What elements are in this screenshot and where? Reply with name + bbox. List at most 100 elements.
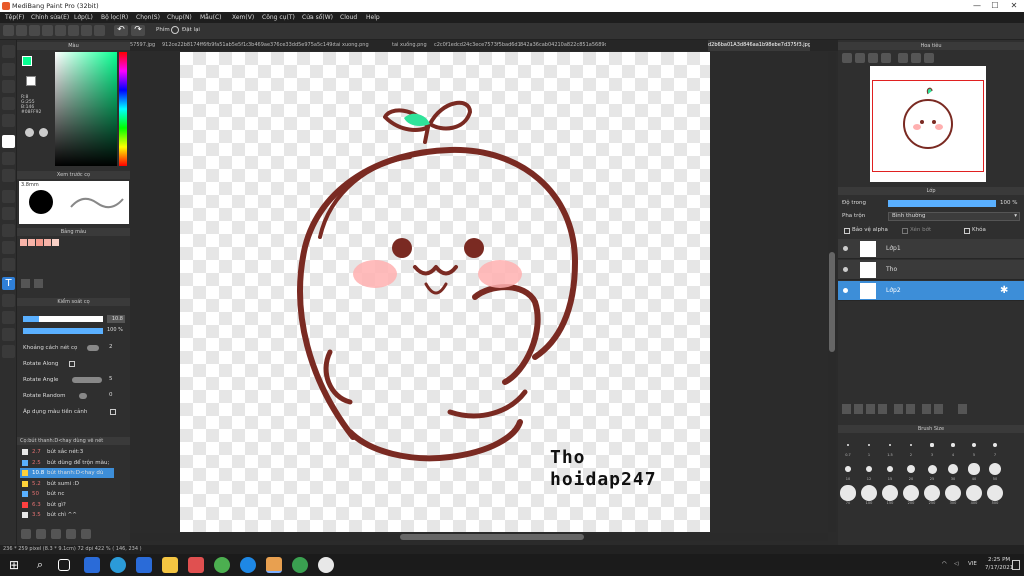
document-tab[interactable]: d2b6ba01A3d846aa1b98ebe7d375f3.jpg	[708, 40, 810, 51]
dot-tool-icon[interactable]	[2, 80, 15, 93]
brush-size-option[interactable]: 12	[859, 461, 879, 483]
document-tab[interactable]: 57597.jpg	[130, 40, 162, 51]
rotate-angle-slider[interactable]	[72, 377, 102, 383]
menu-template[interactable]: Mẫu(C)	[200, 12, 222, 23]
zoom-out-icon[interactable]	[855, 53, 865, 63]
brush-opacity-slider[interactable]	[23, 328, 103, 334]
artboard[interactable]: Tho hoidap247	[180, 52, 710, 532]
brush-list-item[interactable]: 5.2 bút sumi :D	[20, 479, 114, 489]
palette-swatch[interactable]	[52, 239, 59, 246]
new-file-icon[interactable]	[3, 25, 14, 36]
task-view-icon[interactable]	[58, 559, 70, 571]
horizontal-scrollbar[interactable]	[130, 533, 828, 541]
eraser-tool-icon[interactable]	[2, 63, 15, 76]
reset-icon[interactable]	[171, 26, 179, 34]
brush-tool-icon[interactable]	[2, 45, 15, 58]
chrome-icon-2[interactable]	[318, 557, 334, 573]
clipping-checkbox[interactable]	[902, 228, 908, 234]
move-tool-icon[interactable]	[2, 114, 15, 127]
copy-layer-icon[interactable]	[866, 404, 875, 414]
brush-size-slider[interactable]	[23, 316, 103, 322]
brush-size-option[interactable]: 15	[880, 461, 900, 483]
brush-add-icon[interactable]	[21, 529, 31, 539]
document-tab[interactable]: 912ce22b8174ff6fb9fa51ab5e5f1c3d.jpg	[162, 40, 248, 51]
magic-wand-tool-icon[interactable]	[2, 224, 15, 237]
rotate-along-checkbox[interactable]	[69, 361, 75, 367]
reset-button[interactable]: Đặt lại	[182, 27, 200, 33]
eyedropper-tool-icon[interactable]	[2, 311, 15, 324]
hue-slider[interactable]	[119, 52, 127, 166]
layer-opacity-slider[interactable]	[888, 200, 996, 207]
eye-icon[interactable]	[843, 267, 848, 272]
layer-row[interactable]: Lớp1	[838, 239, 1024, 259]
color-wheel-icon[interactable]	[25, 128, 34, 137]
brush-list-item[interactable]: 2.7 bút sắc nét:3	[20, 447, 114, 457]
notifications-icon[interactable]	[1012, 560, 1020, 570]
reset-rotate-icon[interactable]	[911, 53, 921, 63]
brush-size-option[interactable]: 5	[964, 437, 984, 459]
check-tool-icon[interactable]	[2, 97, 15, 110]
merge-down-icon[interactable]	[906, 404, 915, 414]
rotate-random-row[interactable]: Rotate Random	[23, 390, 66, 402]
menu-window[interactable]: Cửa sổ(W)	[302, 12, 333, 23]
select-pen-tool-icon[interactable]	[2, 241, 15, 254]
brush-size-option[interactable]: 250	[922, 485, 942, 507]
cloud-save-icon[interactable]	[42, 25, 53, 36]
brush-folder-icon[interactable]	[66, 529, 76, 539]
palette-swatch[interactable]	[44, 239, 51, 246]
duplicate-icon[interactable]	[922, 404, 931, 414]
apply-fg-color-row[interactable]: Áp dụng màu tiền cảnh	[23, 406, 87, 418]
menu-edit[interactable]: Chỉnh sửa(E)	[31, 12, 69, 23]
maximize-button[interactable]: ☐	[986, 0, 1004, 12]
brush-list-item[interactable]: 2.5 bút dùng để trộn màu;	[20, 458, 114, 468]
brush-size-option[interactable]: 1	[859, 437, 879, 459]
select-eraser-tool-icon[interactable]	[2, 258, 15, 271]
brush-size-option[interactable]: 2	[901, 437, 921, 459]
rotate-angle-row[interactable]: Rotate Angle	[23, 374, 58, 386]
minimize-button[interactable]: —	[968, 0, 986, 12]
fit-icon[interactable]	[868, 53, 878, 63]
brush-list-item[interactable]: 6.3 bút gì?	[20, 500, 114, 510]
menu-file[interactable]: Tệp(F)	[5, 12, 24, 23]
medibang-taskbar-icon[interactable]	[266, 557, 282, 573]
brush-size-option[interactable]: 3	[922, 437, 942, 459]
navigator-thumbnail[interactable]	[870, 66, 986, 182]
file-explorer-icon[interactable]	[162, 557, 178, 573]
mail-icon[interactable]	[136, 557, 152, 573]
brush-delete-icon[interactable]	[51, 529, 61, 539]
close-button[interactable]: ✕	[1005, 0, 1023, 12]
color-picker-icon[interactable]	[39, 128, 48, 137]
chrome-icon[interactable]	[214, 557, 230, 573]
vertical-scrollbar[interactable]	[828, 52, 836, 532]
color-saturation-area[interactable]	[55, 52, 117, 166]
rotate-right-icon[interactable]	[924, 53, 934, 63]
eye-icon[interactable]	[843, 246, 848, 251]
brush-size-option[interactable]: 400	[964, 485, 984, 507]
document-tab[interactable]: 3b469ae376ce33dd5e975a5c149ce29d.jpg	[248, 40, 334, 51]
apply-fg-color-checkbox[interactable]	[110, 409, 116, 415]
brush-size-option[interactable]: 10	[838, 461, 858, 483]
blend-mode-select[interactable]: Bình thường ▾	[888, 212, 1020, 221]
brush-size-option[interactable]: 70	[838, 485, 858, 507]
layer-icon[interactable]	[55, 25, 66, 36]
layer-row[interactable]: Tho	[838, 260, 1024, 280]
brush-size-option[interactable]: 4	[943, 437, 963, 459]
search-icon[interactable]: ⌕	[32, 557, 48, 573]
brush-size-option[interactable]: 0.7	[838, 437, 858, 459]
menu-layer[interactable]: Lớp(L)	[74, 12, 93, 23]
document-tab[interactable]: 842a36cab04210a822c851a5689d738.jpg	[520, 40, 606, 51]
text-tool-icon[interactable]: T	[2, 277, 15, 290]
palette-add-icon[interactable]	[21, 279, 30, 288]
language-indicator[interactable]: VIE	[968, 561, 977, 567]
menu-help[interactable]: Help	[366, 12, 380, 23]
operation-tool-icon[interactable]	[2, 294, 15, 307]
layer-row-selected[interactable]: Lớp2 ✱	[838, 281, 1024, 301]
vertical-scroll-thumb[interactable]	[829, 252, 835, 352]
protect-alpha-checkbox[interactable]	[844, 228, 850, 234]
layer-menu-icon[interactable]	[878, 404, 887, 414]
pen-tool-icon[interactable]	[2, 328, 15, 341]
palette-delete-icon[interactable]	[34, 279, 43, 288]
palette-swatch[interactable]	[28, 239, 35, 246]
save-icon[interactable]	[29, 25, 40, 36]
undo-icon[interactable]: ↶	[114, 25, 128, 36]
